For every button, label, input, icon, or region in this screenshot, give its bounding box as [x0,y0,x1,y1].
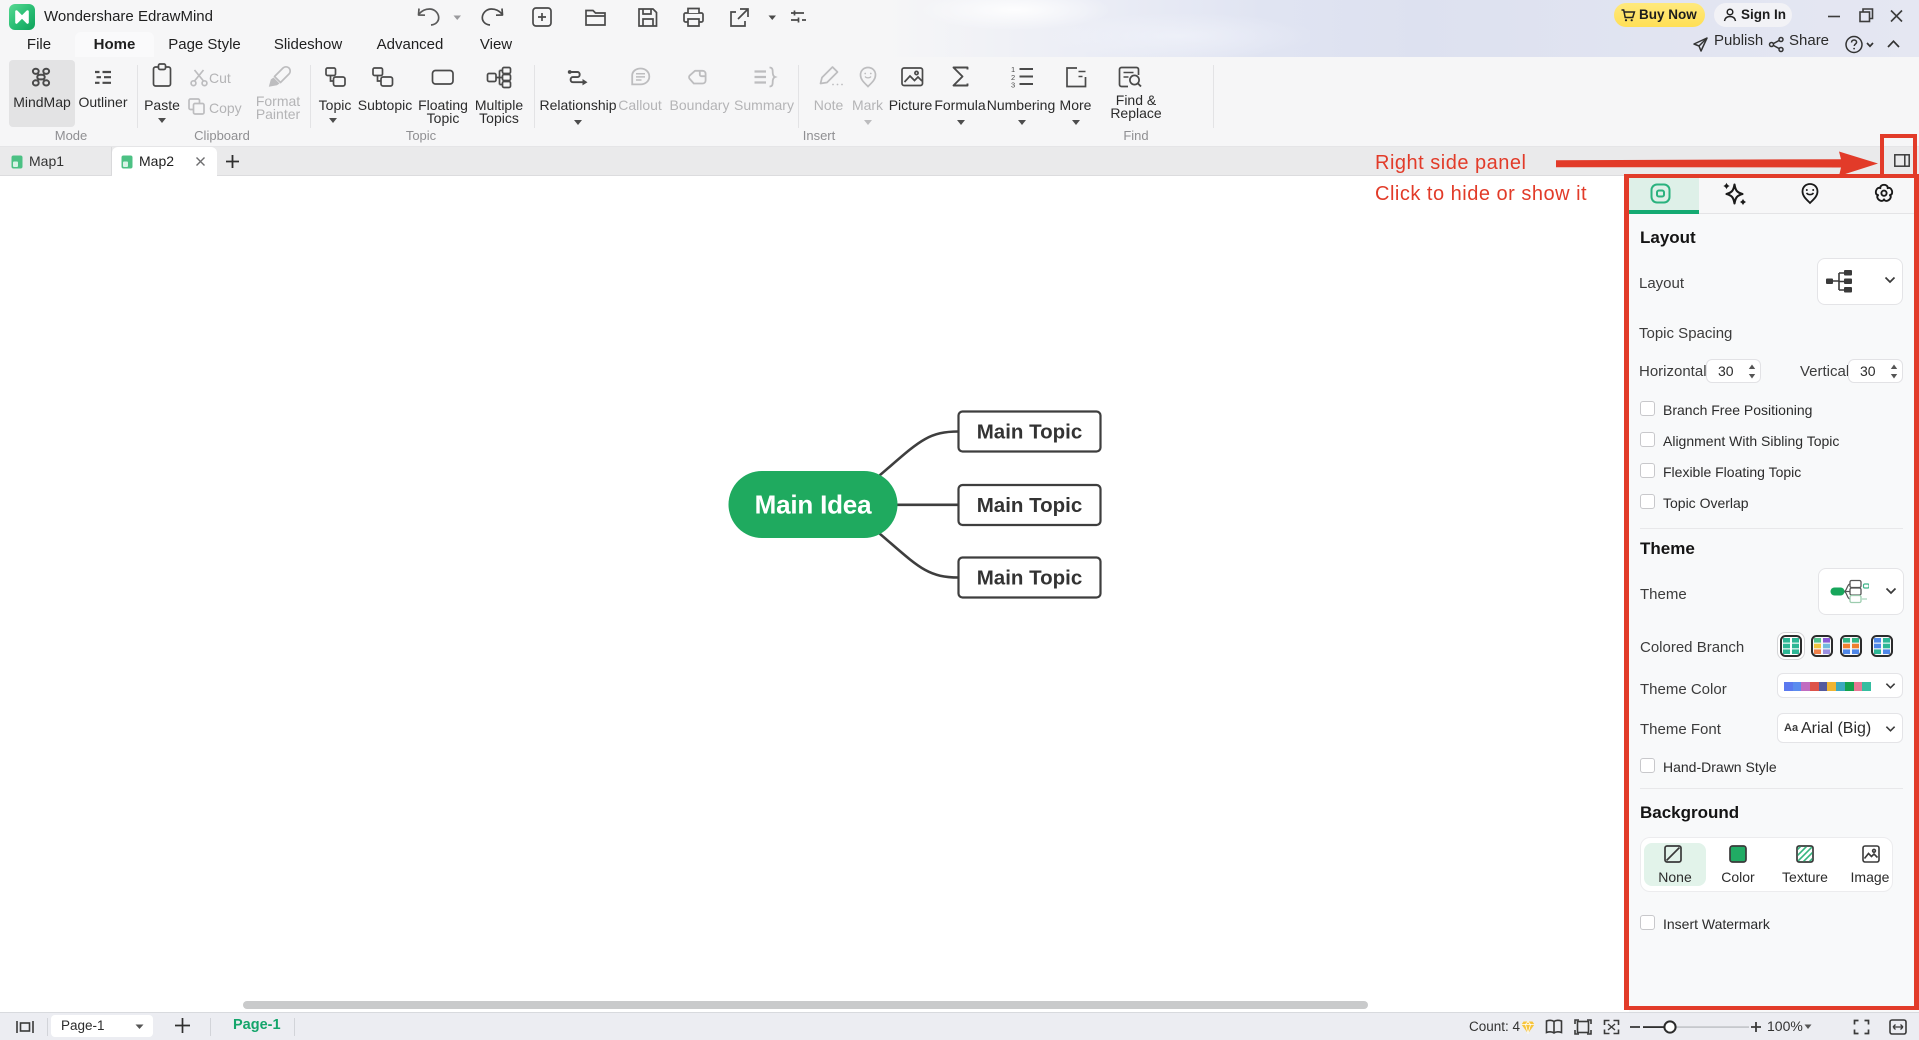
svg-text:Main Topic: Main Topic [977,567,1083,590]
svg-text:Main Idea: Main Idea [755,490,872,520]
svg-text:3: 3 [1011,81,1015,90]
svg-text:Main Topic: Main Topic [977,421,1083,444]
svg-text:Main Topic: Main Topic [977,494,1083,517]
